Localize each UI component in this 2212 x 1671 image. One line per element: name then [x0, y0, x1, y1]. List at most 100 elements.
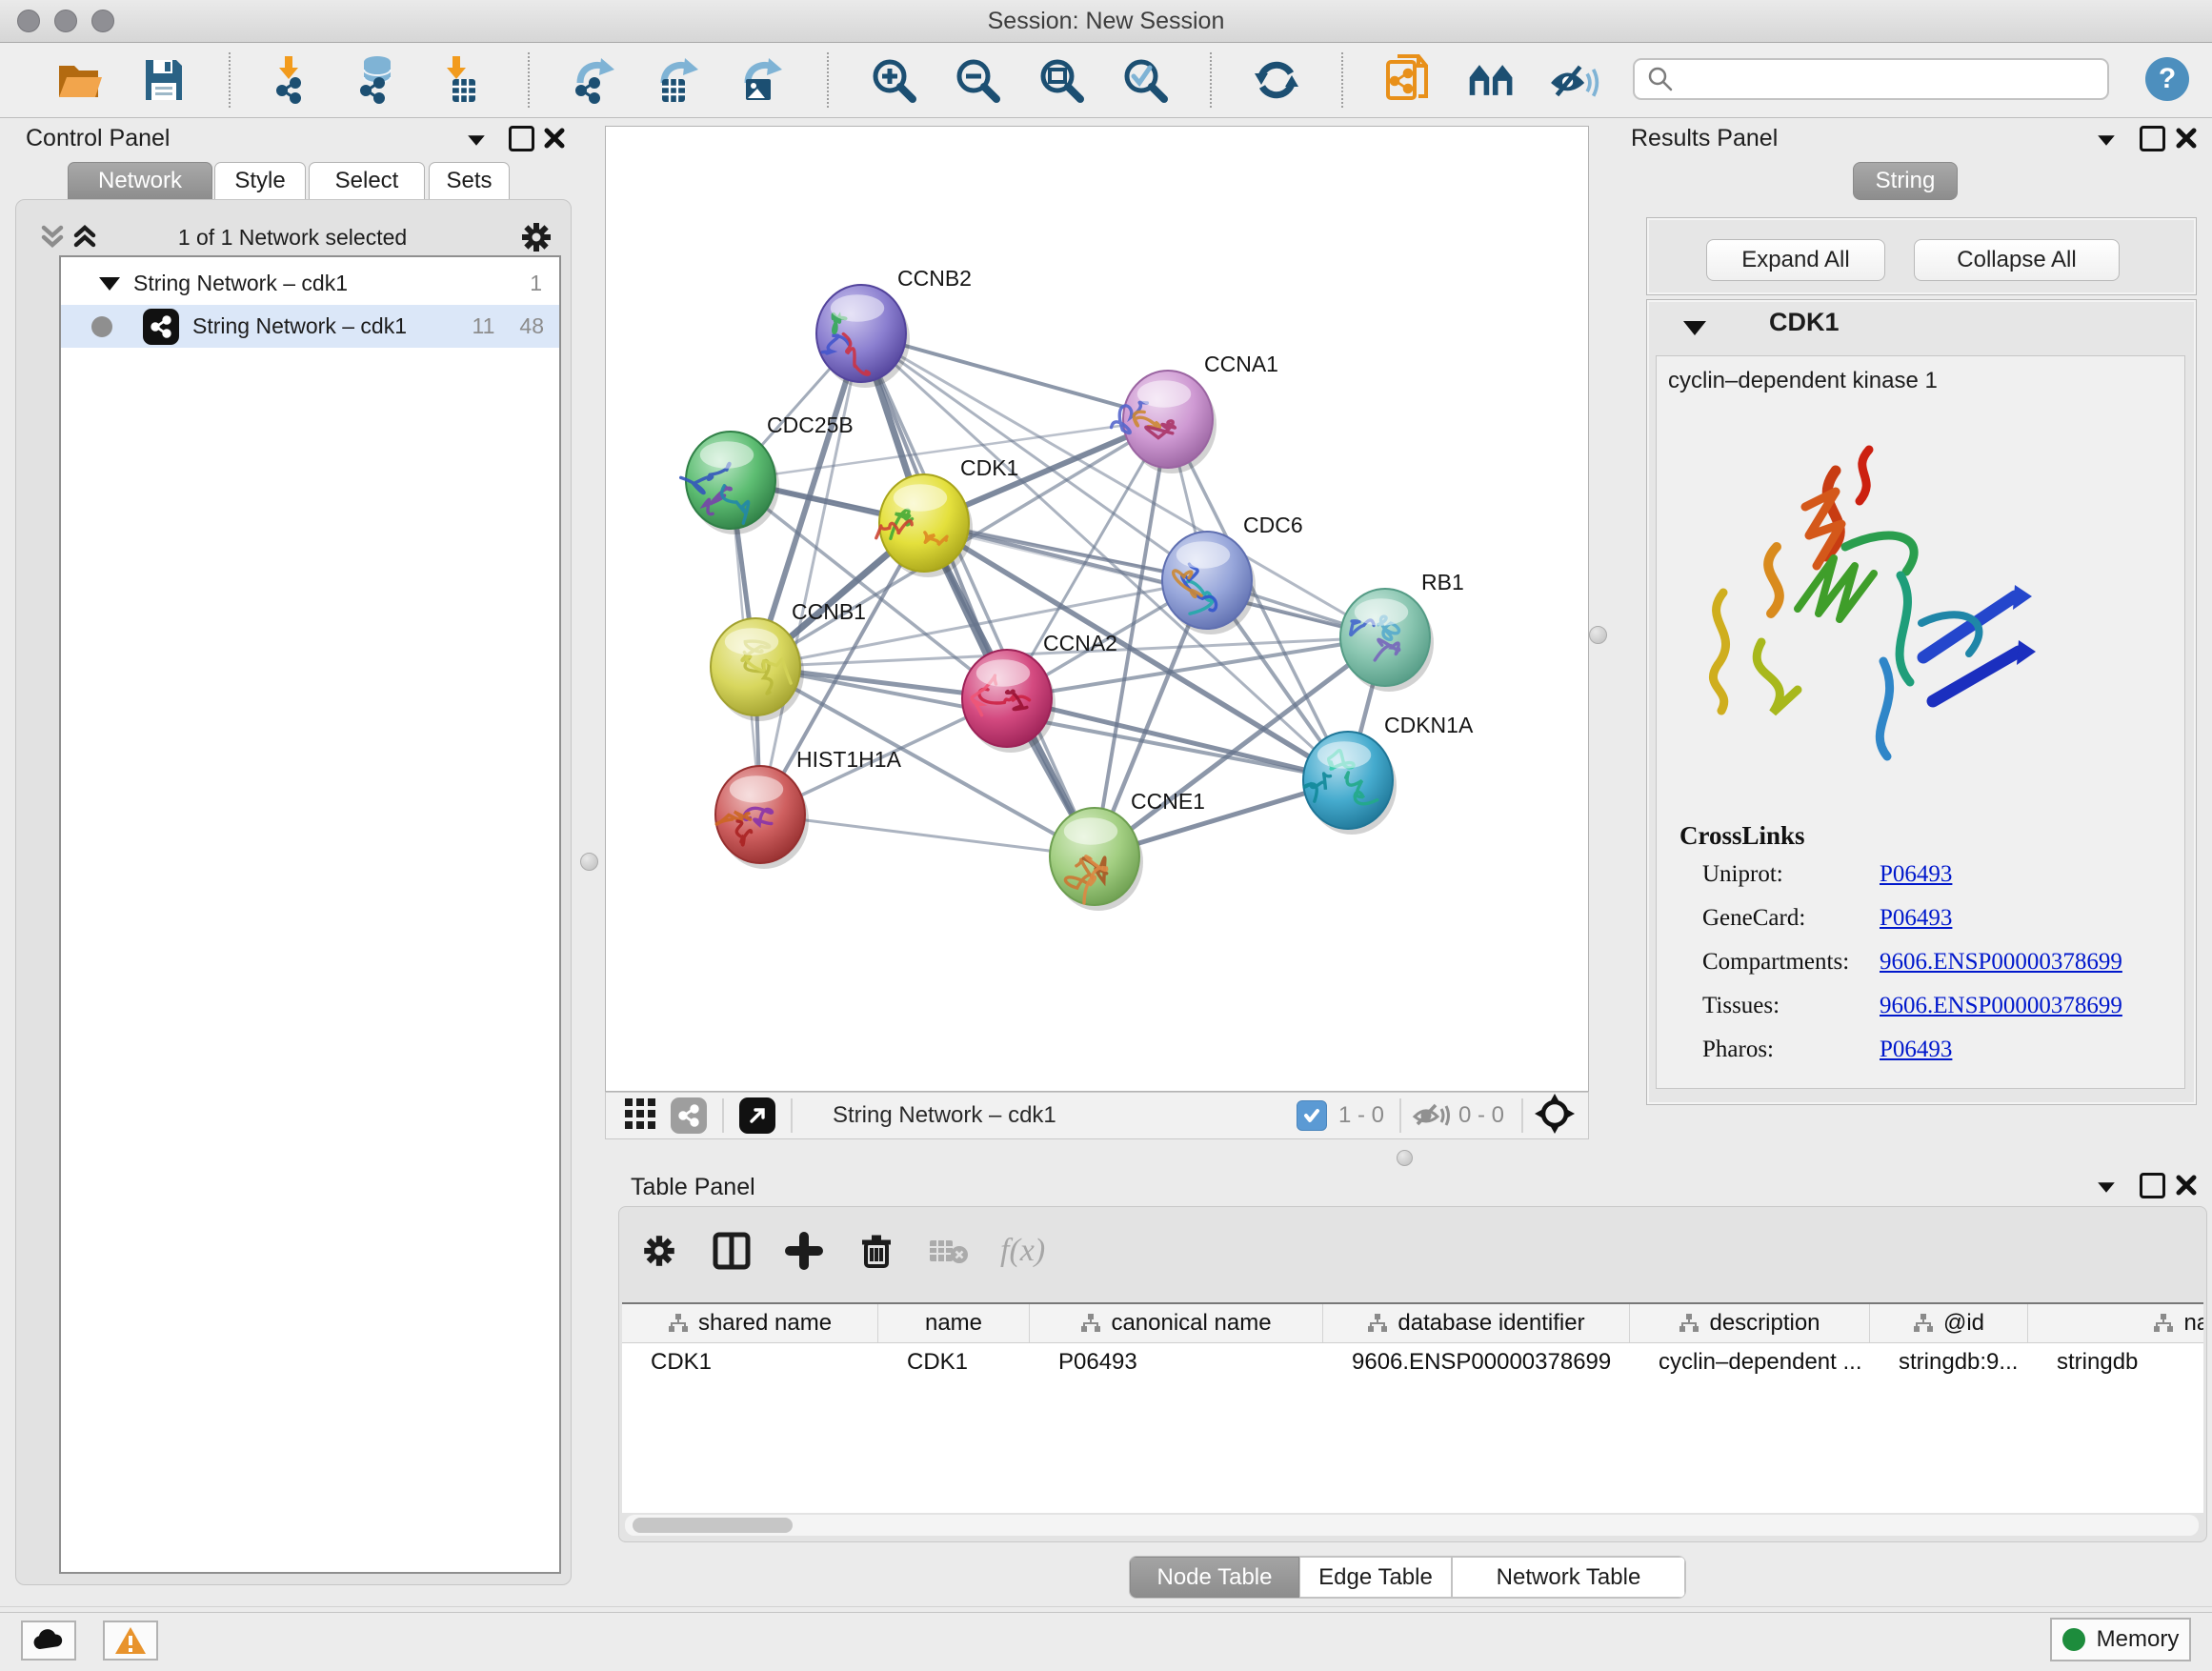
memory-status-dot-icon: [2062, 1628, 2085, 1651]
tab-node-table[interactable]: Node Table: [1130, 1557, 1299, 1598]
table-cell[interactable]: CDK1: [878, 1343, 1030, 1381]
node-CCNE1[interactable]: [1050, 808, 1143, 911]
network-collection-row[interactable]: String Network – cdk1 1: [61, 262, 559, 305]
zoom-out-icon[interactable]: [952, 54, 1003, 106]
table-cell[interactable]: CDK1: [622, 1343, 878, 1381]
show-columns-icon[interactable]: [711, 1230, 753, 1272]
column-header-name[interactable]: name: [878, 1304, 1030, 1342]
export-image-icon[interactable]: [736, 54, 788, 106]
zoom-in-icon[interactable]: [868, 54, 919, 106]
table-panel-close-button[interactable]: [2172, 1173, 2201, 1198]
edge-HIST1H1A-CCNE1[interactable]: [760, 815, 1095, 856]
save-session-icon[interactable]: [138, 54, 190, 106]
search-input[interactable]: [1633, 58, 2109, 100]
table-cell[interactable]: stringdb: [2028, 1343, 2203, 1381]
tab-network-table[interactable]: Network Table: [1452, 1557, 1685, 1598]
import-network-file-icon[interactable]: [270, 54, 321, 106]
zoom-selected-icon[interactable]: [1119, 54, 1171, 106]
node-HIST1H1A[interactable]: [715, 766, 809, 869]
apply-layout-icon[interactable]: [1251, 54, 1302, 106]
open-session-icon[interactable]: [54, 54, 106, 106]
import-network-database-icon[interactable]: [353, 54, 405, 106]
tab-style[interactable]: Style: [214, 162, 306, 200]
results-tab-string[interactable]: String: [1853, 162, 1958, 200]
control-panel-menu-caret[interactable]: [462, 128, 491, 152]
network-row-selected[interactable]: String Network – cdk1 11 48: [61, 305, 559, 348]
help-button[interactable]: ?: [2145, 57, 2189, 101]
node-CCNB2[interactable]: [816, 285, 910, 388]
table-cell[interactable]: stringdb:9...: [1870, 1343, 2028, 1381]
left-splitter-grip[interactable]: [580, 853, 598, 871]
column-header-database-identifier[interactable]: database identifier: [1323, 1304, 1630, 1342]
hide-selected-icon[interactable]: [1550, 54, 1601, 106]
table-horizontal-scrollbar[interactable]: [625, 1515, 2199, 1536]
table-panel-menu-caret[interactable]: [2092, 1175, 2121, 1199]
crosslink-link[interactable]: P06493: [1880, 1037, 1952, 1063]
results-panel-close-button[interactable]: [2172, 126, 2201, 151]
entry-collapse-caret-icon[interactable]: [1683, 321, 1706, 335]
node-CCNA1[interactable]: [1112, 371, 1217, 473]
export-network-icon[interactable]: [569, 54, 620, 106]
create-column-plus-icon[interactable]: [783, 1230, 825, 1272]
results-panel-menu-caret[interactable]: [2092, 128, 2121, 152]
table-row[interactable]: CDK1CDK1P064939606.ENSP00000378699cyclin…: [622, 1343, 2203, 1381]
table-cell[interactable]: 9606.ENSP00000378699: [1323, 1343, 1630, 1381]
column-header-description[interactable]: description: [1630, 1304, 1870, 1342]
node-CDKN1A[interactable]: [1303, 732, 1397, 835]
crosslink-link[interactable]: P06493: [1880, 905, 1952, 932]
tab-sets[interactable]: Sets: [429, 162, 510, 200]
column-header--id[interactable]: @id: [1870, 1304, 2028, 1342]
results-panel-float-button[interactable]: [2138, 126, 2166, 151]
share-network-icon[interactable]: [671, 1097, 707, 1134]
control-panel-close-button[interactable]: [540, 126, 569, 151]
node-table[interactable]: shared namenamecanonical namedatabase id…: [622, 1302, 2203, 1513]
node-CDK1[interactable]: [876, 474, 973, 577]
edge-CCNB2-HIST1H1A[interactable]: [760, 333, 861, 815]
cloud-icon: [31, 1628, 66, 1653]
import-table-icon[interactable]: [437, 54, 489, 106]
edge-CCNB2-CCNE1[interactable]: [861, 333, 1095, 856]
node-RB1[interactable]: [1340, 589, 1434, 692]
crosslink-link[interactable]: 9606.ENSP00000378699: [1880, 993, 2122, 1019]
right-splitter-grip[interactable]: [1589, 626, 1607, 644]
export-table-icon[interactable]: [653, 54, 704, 106]
table-cell[interactable]: cyclin–dependent ...: [1630, 1343, 1870, 1381]
node-CDC6[interactable]: [1162, 532, 1256, 634]
crosslink-link[interactable]: 9606.ENSP00000378699: [1880, 949, 2122, 976]
zoom-fit-icon[interactable]: [1036, 54, 1087, 106]
memory-button[interactable]: Memory: [2050, 1618, 2191, 1661]
crosshair-navigate-icon[interactable]: [1535, 1094, 1575, 1138]
table-panel-float-button[interactable]: [2138, 1173, 2166, 1198]
control-panel-float-button[interactable]: [507, 126, 535, 151]
table-settings-gear-icon[interactable]: [638, 1230, 680, 1272]
tab-select[interactable]: Select: [309, 162, 425, 200]
table-cell[interactable]: P06493: [1030, 1343, 1323, 1381]
tab-edge-table[interactable]: Edge Table: [1299, 1557, 1452, 1598]
network-canvas[interactable]: CCNB2CCNA1CDC25BCDK1CDC6RB1CCNB1CCNA2CDK…: [605, 126, 1589, 1092]
delete-column-trash-icon[interactable]: [855, 1230, 897, 1272]
node-label-CCNB1: CCNB1: [792, 599, 866, 624]
cloud-status-button[interactable]: [21, 1621, 76, 1661]
scrollbar-thumb[interactable]: [633, 1518, 793, 1533]
collapse-all-button[interactable]: Collapse All: [1914, 239, 2120, 281]
column-header-shared-name[interactable]: shared name: [622, 1304, 878, 1342]
hidden-eye-icon[interactable]: [1411, 1097, 1453, 1135]
node-CDC25B[interactable]: [681, 432, 779, 534]
column-header-namespace[interactable]: namespace: [2028, 1304, 2203, 1342]
tab-network[interactable]: Network: [68, 162, 212, 200]
first-neighbors-icon[interactable]: [1466, 54, 1518, 106]
node-CCNA2[interactable]: [962, 650, 1056, 753]
warnings-button[interactable]: [103, 1621, 158, 1661]
selected-checkbox-icon[interactable]: [1297, 1100, 1327, 1131]
expand-all-button[interactable]: Expand All: [1706, 239, 1885, 281]
grid-view-icon[interactable]: [623, 1097, 657, 1136]
column-header-canonical-name[interactable]: canonical name: [1030, 1304, 1323, 1342]
bottom-splitter-grip[interactable]: [1397, 1150, 1413, 1166]
birdseye-view-icon[interactable]: [739, 1097, 775, 1134]
network-options-gear-icon[interactable]: [518, 219, 554, 260]
export-web-icon[interactable]: [1382, 54, 1434, 106]
status-bar: Memory: [0, 1612, 2212, 1671]
main-toolbar: ?: [0, 43, 2212, 118]
tree-expand-caret-icon[interactable]: [99, 277, 120, 291]
crosslink-link[interactable]: P06493: [1880, 861, 1952, 888]
